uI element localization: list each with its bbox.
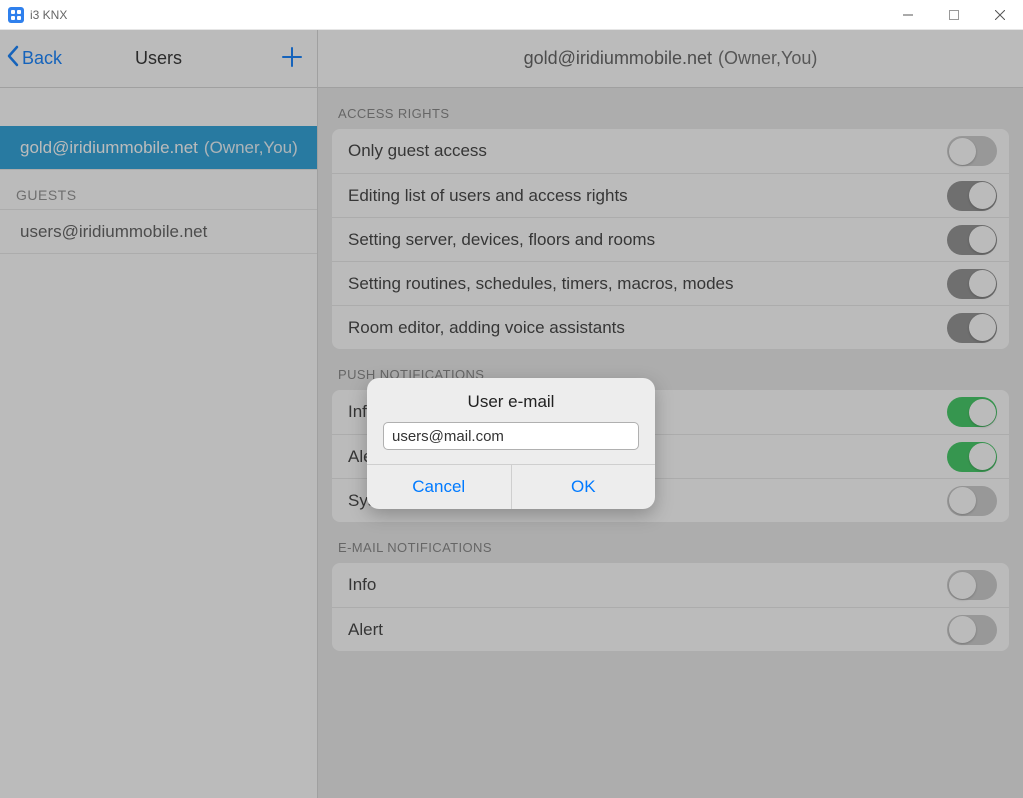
ok-label: OK (571, 477, 596, 497)
window-controls (885, 0, 1023, 30)
modal-input-wrap (367, 422, 655, 464)
window-close-button[interactable] (977, 0, 1023, 30)
modal-title: User e-mail (367, 378, 655, 422)
user-email-modal: User e-mail Cancel OK (367, 378, 655, 509)
window-minimize-button[interactable] (885, 0, 931, 30)
cancel-label: Cancel (412, 477, 465, 497)
close-icon (995, 10, 1005, 20)
cancel-button[interactable]: Cancel (367, 465, 511, 509)
minimize-icon (903, 10, 913, 20)
window-titlebar: i3 KNX (0, 0, 1023, 30)
window-maximize-button[interactable] (931, 0, 977, 30)
modal-button-row: Cancel OK (367, 464, 655, 509)
user-email-input[interactable] (383, 422, 639, 450)
app-icon (8, 7, 24, 23)
app-body: Back Users gold@iridiummobile.net (Owner… (0, 30, 1023, 798)
ok-button[interactable]: OK (511, 465, 656, 509)
maximize-icon (949, 10, 959, 20)
window-title: i3 KNX (30, 8, 67, 22)
